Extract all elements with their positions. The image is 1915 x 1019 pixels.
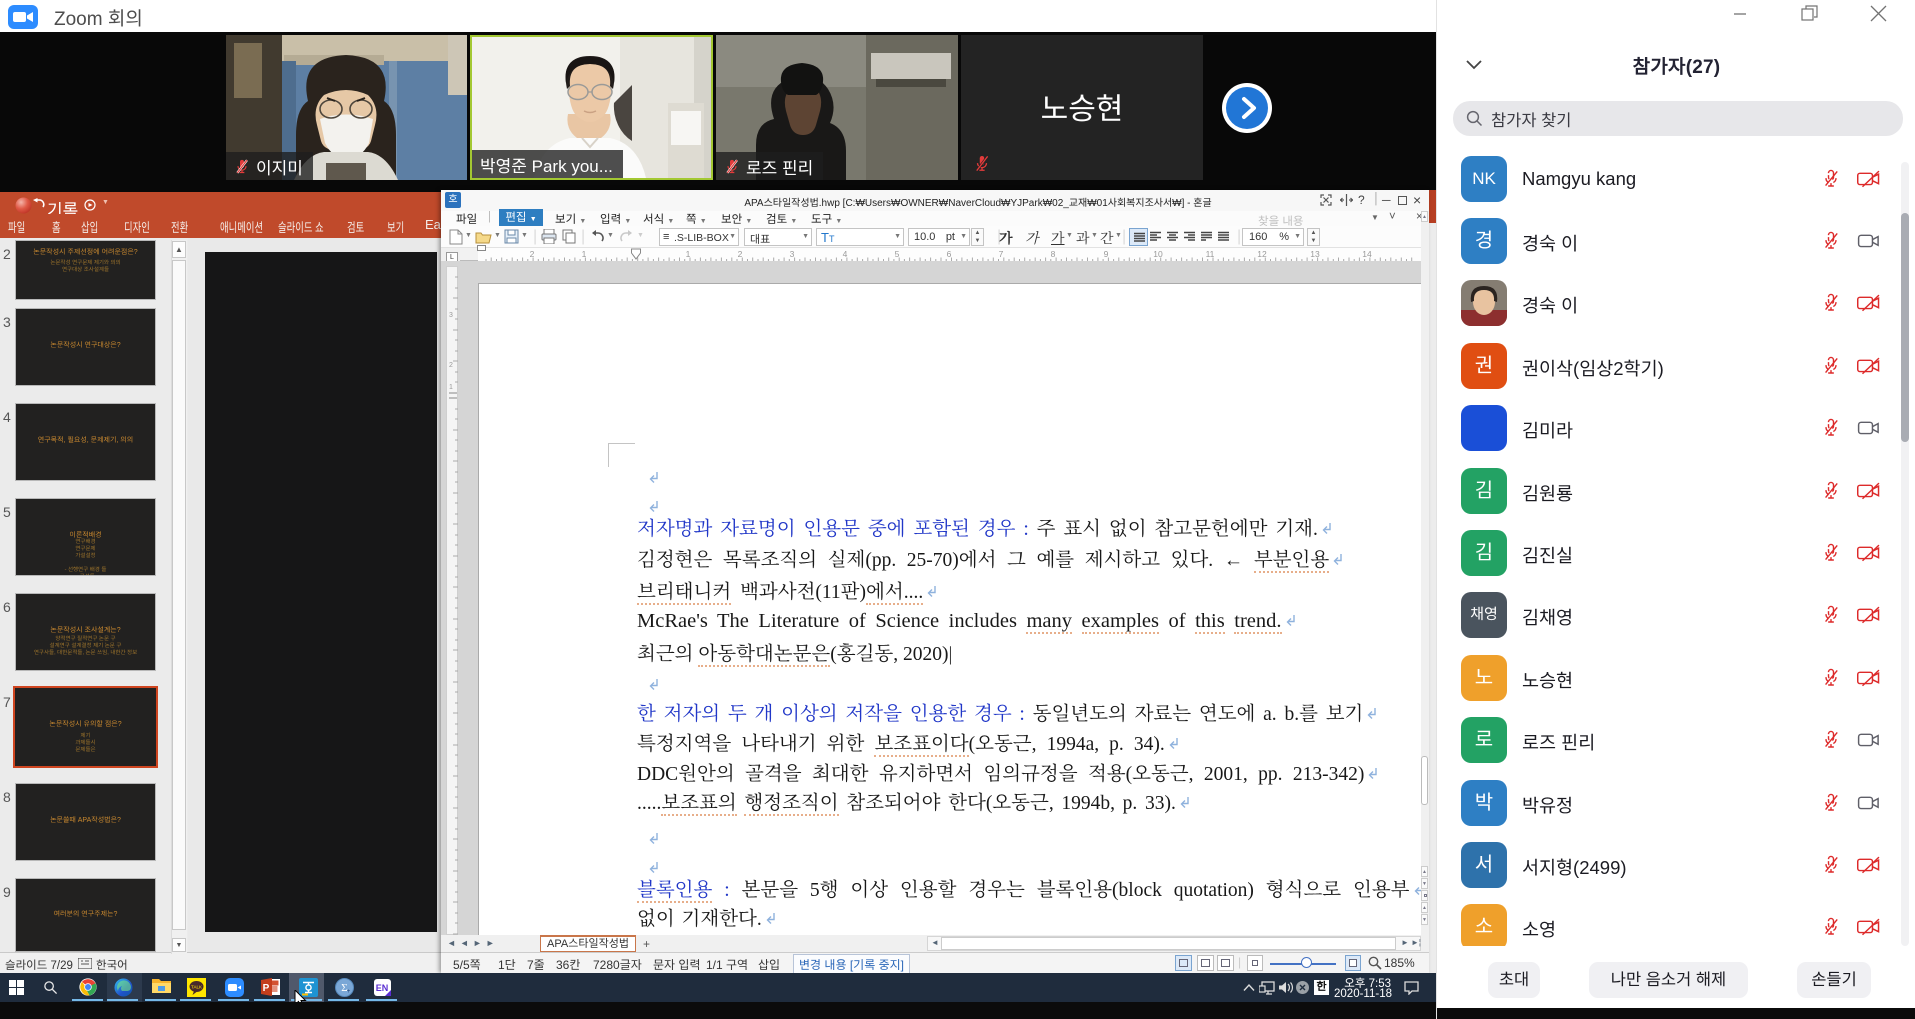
svg-text:+: + bbox=[347, 989, 351, 995]
svg-text:EN: EN bbox=[376, 983, 389, 993]
svg-text:TALK: TALK bbox=[191, 985, 202, 990]
svg-text:P: P bbox=[263, 983, 270, 994]
